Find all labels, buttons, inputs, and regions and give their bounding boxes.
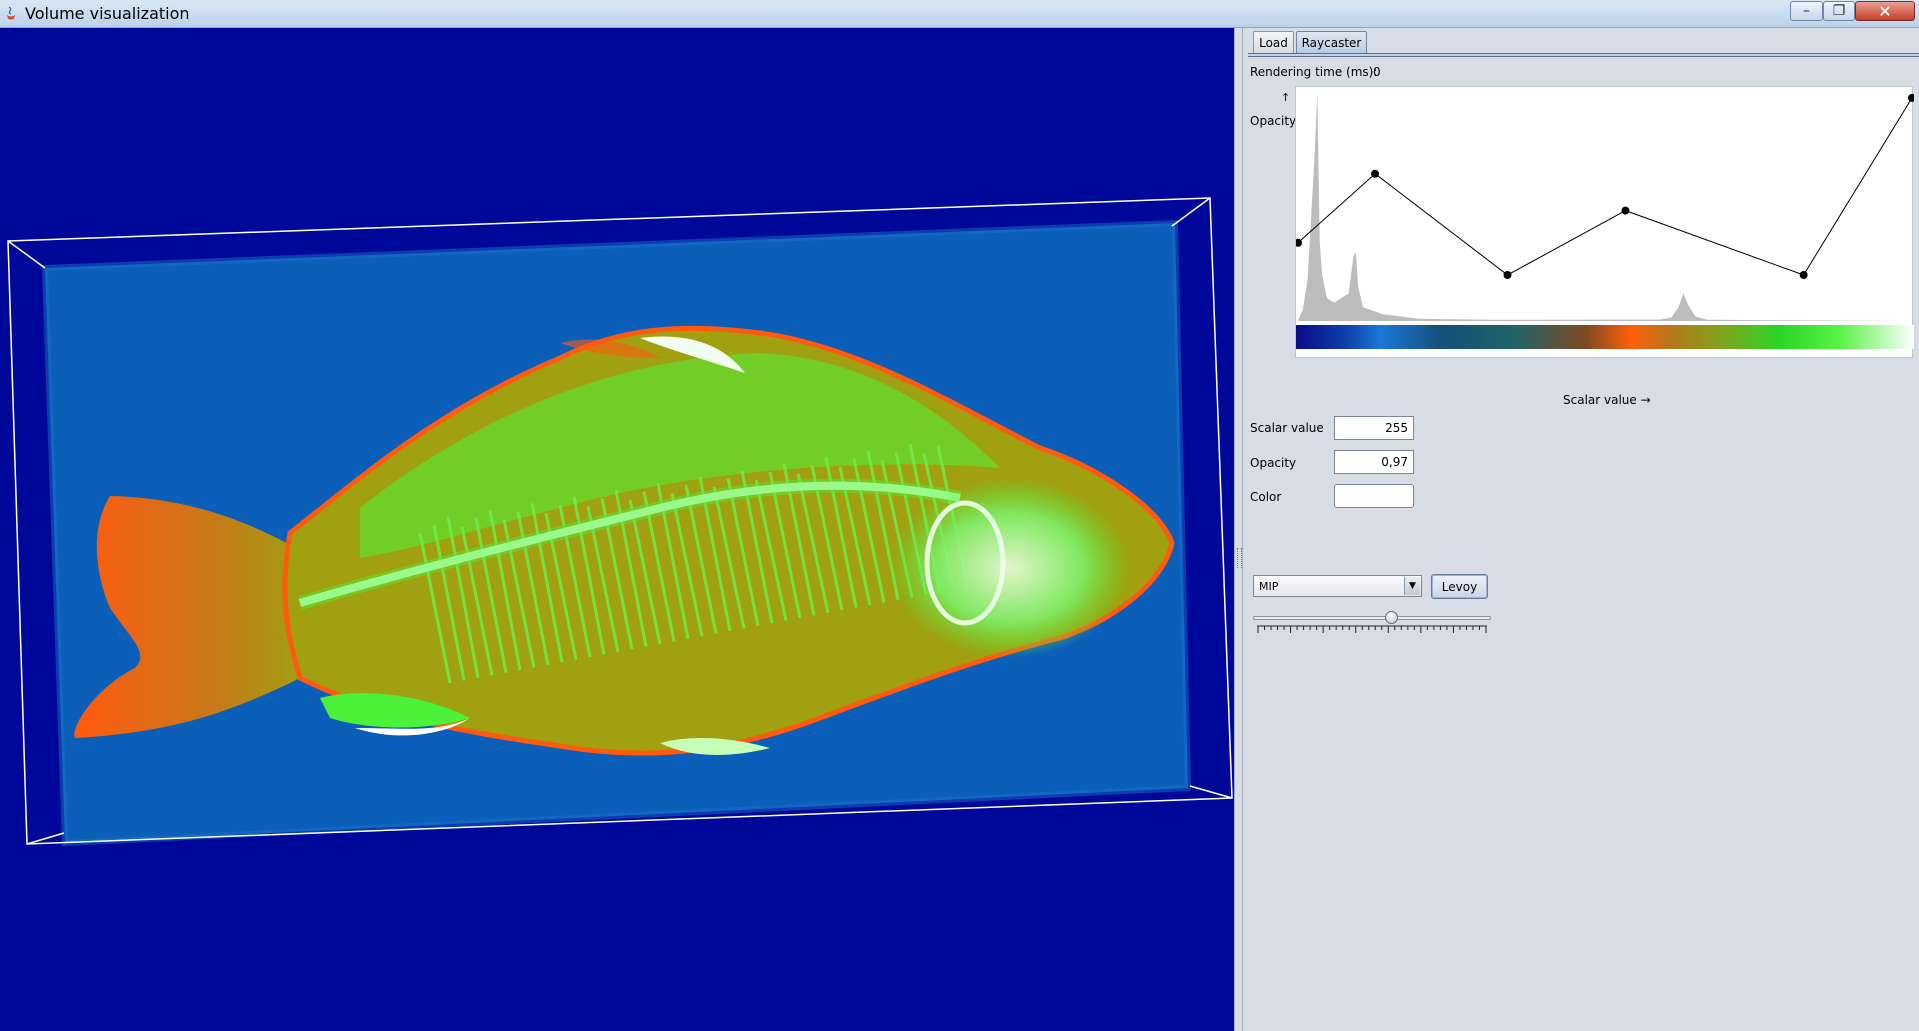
close-icon: ✕ bbox=[1878, 1, 1892, 21]
transfer-function-editor[interactable] bbox=[1295, 86, 1914, 358]
close-button[interactable]: ✕ bbox=[1855, 1, 1915, 21]
opacity-axis-label: Opacity bbox=[1250, 114, 1297, 128]
slider-thumb[interactable] bbox=[1385, 611, 1399, 624]
minimize-button[interactable]: – bbox=[1790, 1, 1823, 21]
window-title: Volume visualization bbox=[25, 4, 190, 23]
render-mode-value: MIP bbox=[1259, 579, 1279, 593]
render-viewport[interactable] bbox=[0, 28, 1234, 1031]
render-mode-select[interactable]: MIP ▼ bbox=[1253, 575, 1422, 597]
control-panel: Load Raycaster Rendering time (ms): 0 ↑ … bbox=[1243, 28, 1919, 1031]
java-app-icon bbox=[7, 6, 15, 20]
color-swatch[interactable] bbox=[1334, 484, 1414, 508]
maximize-button[interactable]: ❐ bbox=[1823, 1, 1855, 21]
split-pane-divider[interactable] bbox=[1234, 28, 1243, 1031]
volume-rendering bbox=[7, 197, 1233, 847]
rendering-time-label: Rendering time (ms): bbox=[1250, 65, 1378, 79]
colormap-bar[interactable] bbox=[1296, 325, 1914, 349]
control-point-3[interactable] bbox=[1621, 206, 1630, 215]
control-point-2[interactable] bbox=[1503, 271, 1512, 279]
minimize-icon: – bbox=[1803, 3, 1810, 19]
maximize-icon: ❐ bbox=[1832, 3, 1846, 19]
levoy-button[interactable]: Levoy bbox=[1431, 574, 1488, 599]
color-label: Color bbox=[1250, 490, 1282, 504]
opacity-axis-arrow: ↑ bbox=[1281, 91, 1291, 104]
opacity-field[interactable] bbox=[1334, 450, 1414, 474]
tab-raycaster[interactable]: Raycaster bbox=[1296, 31, 1367, 53]
dropdown-arrow-icon[interactable]: ▼ bbox=[1404, 577, 1420, 595]
control-point-4[interactable] bbox=[1799, 271, 1808, 279]
control-point-1[interactable] bbox=[1371, 169, 1380, 178]
title-bar[interactable]: Volume visualization – ❐ ✕ bbox=[0, 0, 1919, 28]
splitter-grip-icon[interactable] bbox=[1237, 548, 1242, 568]
scalar-value-field[interactable] bbox=[1334, 416, 1414, 440]
tab-content-border bbox=[1248, 53, 1919, 57]
scalar-value-axis-label: Scalar value → bbox=[1563, 393, 1651, 407]
tab-load[interactable]: Load bbox=[1253, 31, 1294, 53]
histogram-area bbox=[1298, 91, 1912, 321]
opacity-curve bbox=[1297, 97, 1913, 276]
slider-ticks bbox=[1257, 625, 1487, 633]
opacity-label: Opacity bbox=[1250, 456, 1297, 470]
slider-track[interactable] bbox=[1253, 616, 1491, 620]
control-point-5[interactable] bbox=[1908, 93, 1914, 102]
rendering-time-value: 0 bbox=[1373, 65, 1381, 79]
scalar-value-label: Scalar value bbox=[1250, 421, 1324, 435]
